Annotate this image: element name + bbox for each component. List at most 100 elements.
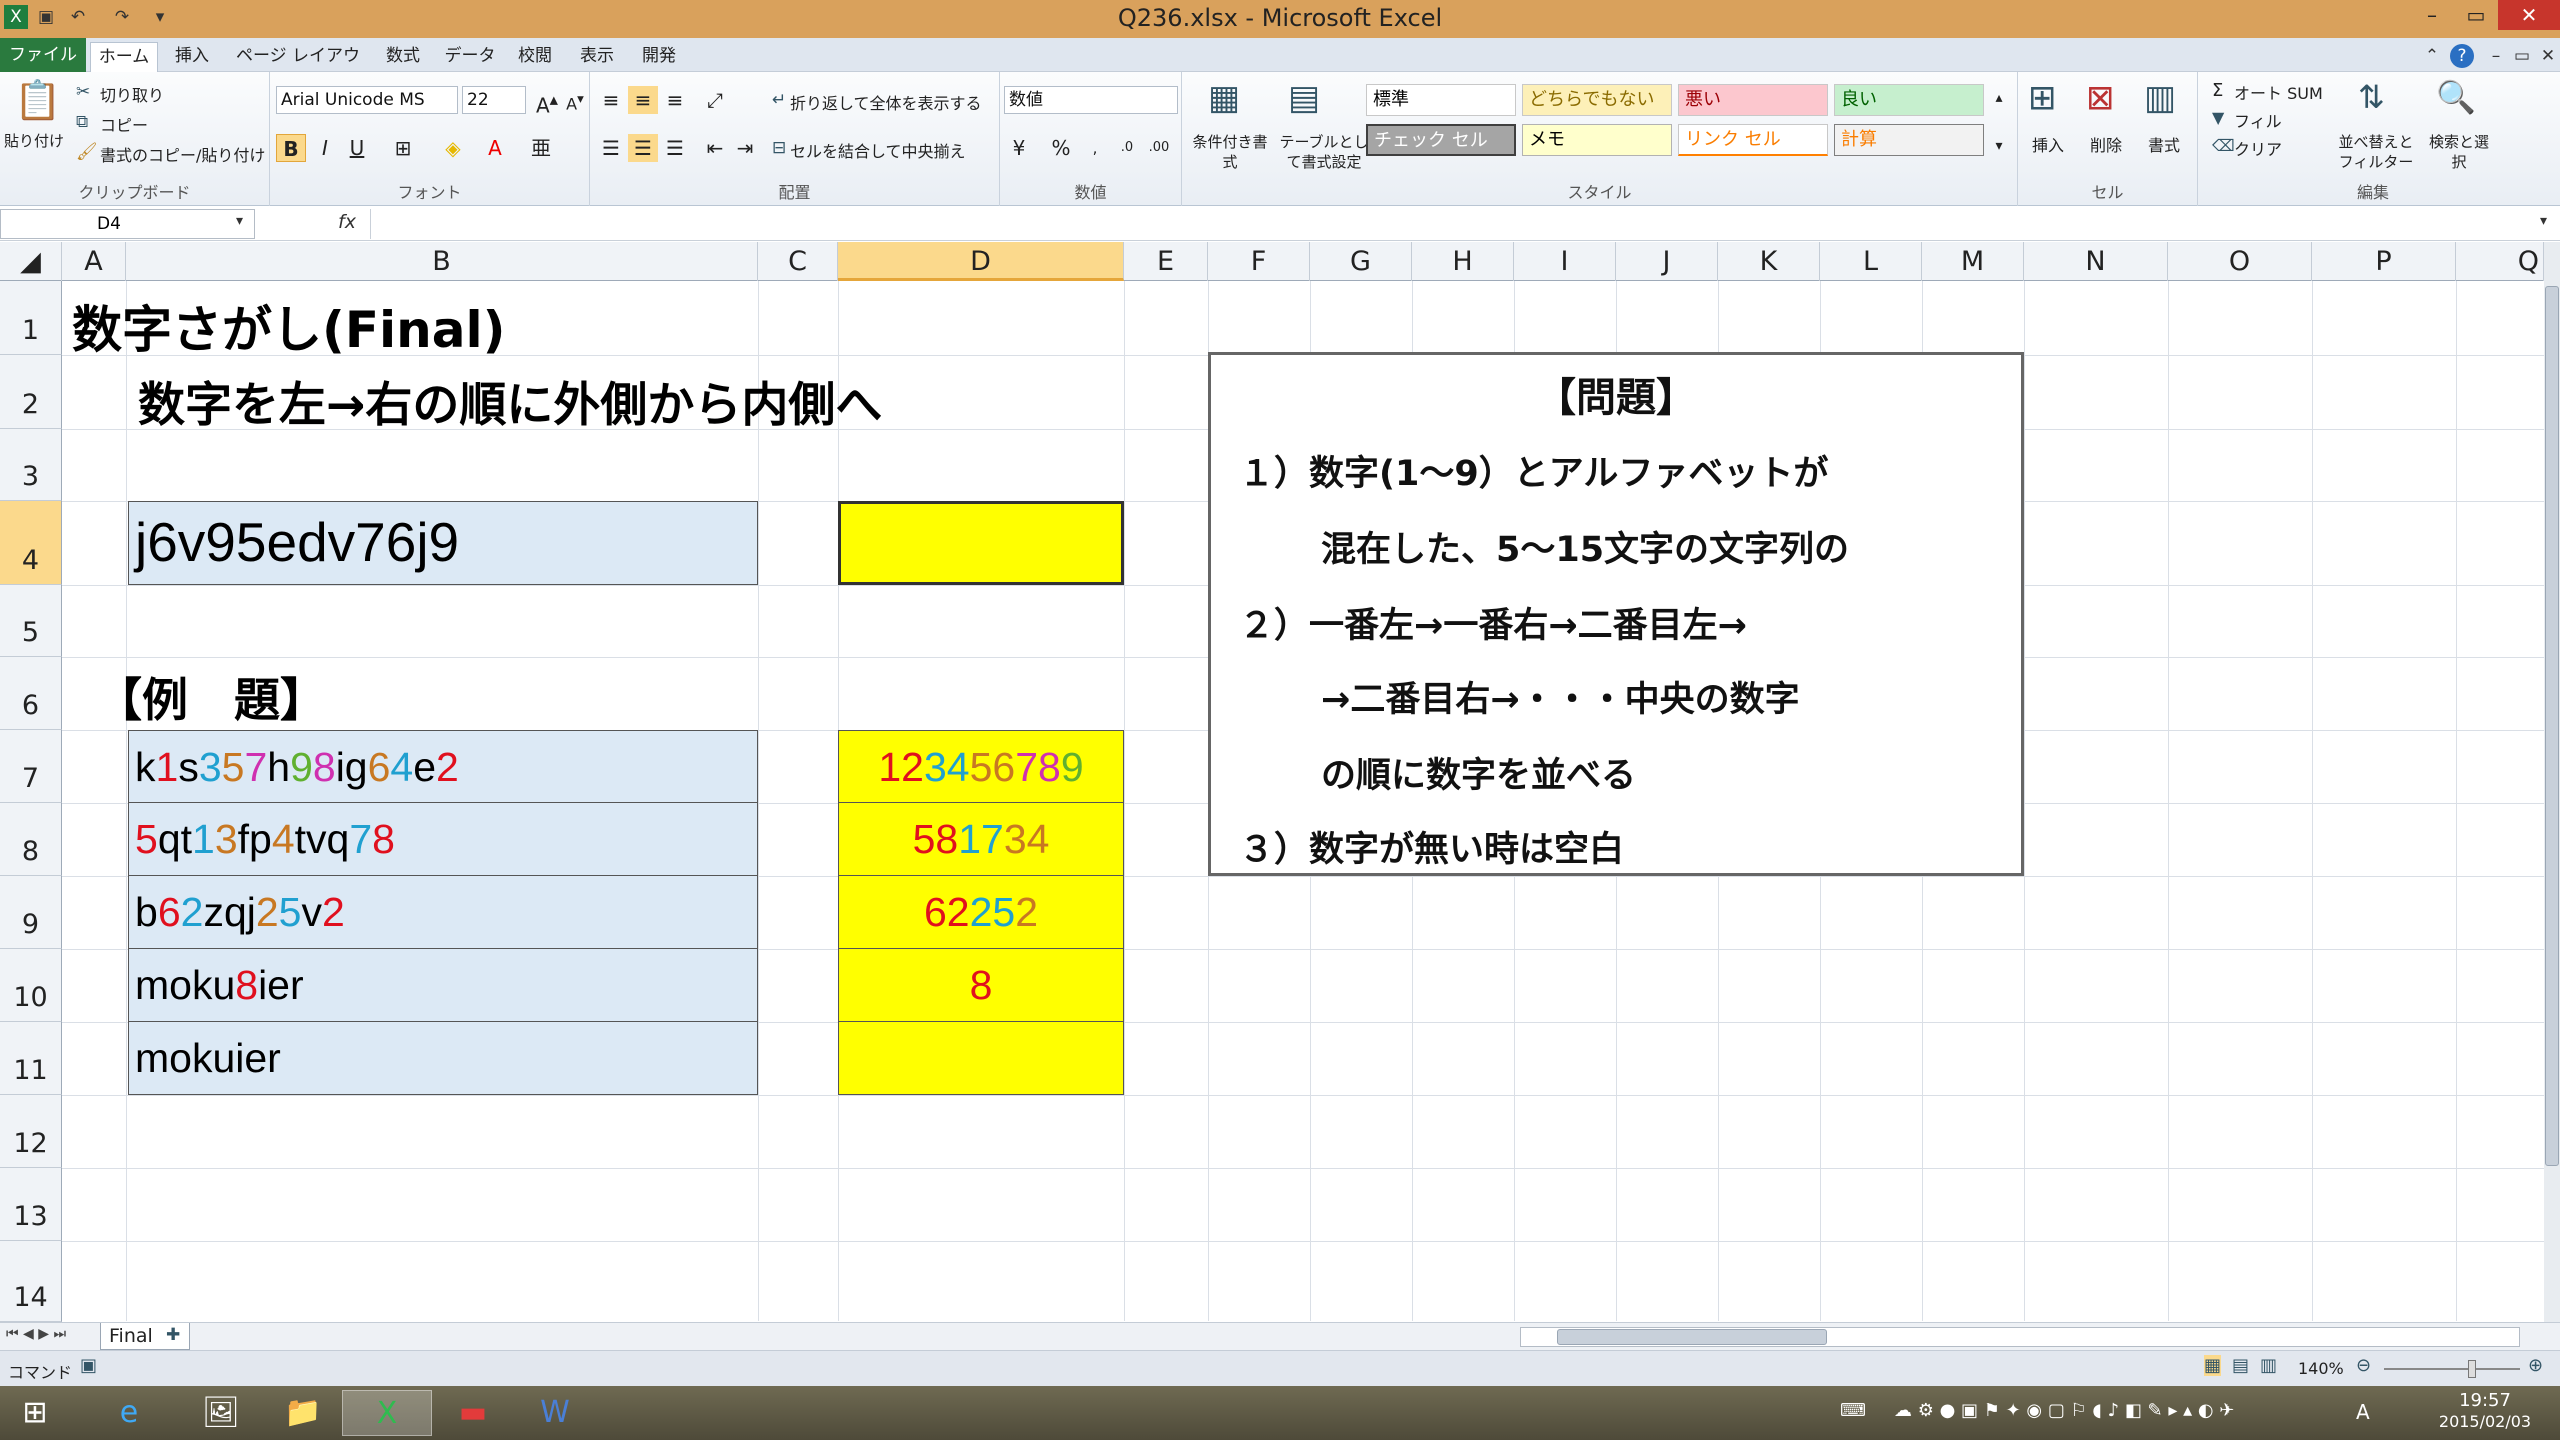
- copy-button[interactable]: コピー: [100, 112, 148, 136]
- help-icon[interactable]: ?: [2450, 44, 2474, 68]
- column-header[interactable]: O: [2168, 242, 2312, 281]
- decrease-indent-icon[interactable]: ⇤: [700, 134, 730, 162]
- font-name-combo[interactable]: Arial Unicode MS: [276, 86, 458, 114]
- orientation-icon[interactable]: ⤢: [700, 86, 730, 114]
- column-header[interactable]: B: [126, 242, 758, 281]
- merge-center-button[interactable]: セルを結合して中央揃え: [790, 138, 966, 162]
- fill-color-icon[interactable]: ◈: [438, 134, 468, 162]
- row-header[interactable]: 11: [0, 1022, 62, 1095]
- row-header[interactable]: 5: [0, 585, 62, 657]
- horizontal-scroll-thumb[interactable]: [1557, 1329, 1827, 1345]
- clock-time[interactable]: 19:57: [2420, 1390, 2550, 1411]
- column-header[interactable]: J: [1616, 242, 1718, 281]
- horizontal-scrollbar[interactable]: [1520, 1327, 2520, 1347]
- normal-view-icon[interactable]: ▦: [2204, 1355, 2222, 1376]
- style-neutral[interactable]: どちらでもない: [1522, 84, 1672, 116]
- tab-review[interactable]: 校閲: [510, 42, 560, 72]
- example-output-cell[interactable]: 8: [838, 949, 1124, 1022]
- format-table-icon[interactable]: ▤: [1288, 78, 1320, 118]
- insert-cells-icon[interactable]: ⊞: [2028, 78, 2057, 118]
- doc-restore-icon[interactable]: ▭: [2510, 44, 2534, 68]
- example-output-cell[interactable]: 581734: [838, 803, 1124, 876]
- column-header[interactable]: G: [1310, 242, 1412, 281]
- row-header[interactable]: 9: [0, 876, 62, 949]
- phonetic-icon[interactable]: 亜: [526, 134, 556, 162]
- input-cell-b4[interactable]: j6v95edv76j9: [128, 501, 758, 585]
- excel-taskbar-icon[interactable]: X: [342, 1390, 432, 1436]
- grow-font-icon[interactable]: A▴: [532, 86, 562, 118]
- paste-icon[interactable]: 📋: [14, 78, 61, 123]
- font-size-combo[interactable]: 22: [462, 86, 526, 114]
- vertical-scroll-thumb[interactable]: [2545, 286, 2559, 1166]
- align-bottom-icon[interactable]: ≡: [660, 86, 690, 114]
- column-header[interactable]: M: [1922, 242, 2024, 281]
- format-cells-button[interactable]: 書式: [2148, 132, 2180, 156]
- internet-explorer-icon[interactable]: e: [84, 1390, 174, 1436]
- styles-scroll-up-icon[interactable]: ▴: [1988, 84, 2010, 112]
- bold-button[interactable]: B: [276, 134, 306, 162]
- align-right-icon[interactable]: ☰: [660, 134, 690, 162]
- row-header[interactable]: 13: [0, 1168, 62, 1241]
- example-heading[interactable]: 【例 題】: [96, 664, 326, 730]
- zoom-slider[interactable]: [2384, 1360, 2520, 1378]
- name-box[interactable]: D4: [0, 209, 255, 239]
- column-header[interactable]: A: [62, 242, 126, 281]
- tab-formulas[interactable]: 数式: [378, 42, 428, 72]
- column-header[interactable]: Q: [2456, 242, 2544, 281]
- find-select-icon[interactable]: 🔍: [2436, 78, 2476, 116]
- example-input-cell[interactable]: b62zqj25v2: [128, 876, 758, 949]
- keyboard-icon[interactable]: ⌨: [1840, 1400, 1866, 1421]
- align-top-icon[interactable]: ≡: [596, 86, 626, 114]
- red-app-icon[interactable]: ▬: [428, 1390, 518, 1436]
- zoom-level[interactable]: 140%: [2298, 1359, 2344, 1378]
- sort-filter-icon[interactable]: ⇅: [2358, 78, 2385, 116]
- ribbon-minimize-icon[interactable]: ⌃: [2420, 44, 2444, 68]
- example-input-cell[interactable]: moku8ier: [128, 949, 758, 1022]
- conditional-format-icon[interactable]: ▦: [1208, 78, 1240, 118]
- zoom-in-icon[interactable]: ⊕: [2528, 1355, 2543, 1376]
- row-header[interactable]: 8: [0, 803, 62, 876]
- page-layout-view-icon[interactable]: ▤: [2232, 1355, 2249, 1376]
- row-header[interactable]: 14: [0, 1241, 62, 1322]
- doc-close-icon[interactable]: ✕: [2536, 44, 2560, 68]
- style-check-cell[interactable]: チェック セル: [1366, 124, 1516, 156]
- column-header[interactable]: I: [1514, 242, 1616, 281]
- percent-button[interactable]: %: [1046, 134, 1076, 162]
- formula-input[interactable]: [370, 209, 2530, 239]
- sheet-subtitle[interactable]: 数字を左→右の順に外側から内側へ: [138, 366, 882, 435]
- row-header[interactable]: 7: [0, 730, 62, 803]
- macro-record-icon[interactable]: ▣: [80, 1355, 97, 1376]
- style-linked-cell[interactable]: リンク セル: [1678, 124, 1828, 156]
- style-calculation[interactable]: 計算: [1834, 124, 1984, 156]
- currency-icon[interactable]: ¥: [1004, 134, 1034, 162]
- align-left-icon[interactable]: ☰: [596, 134, 626, 162]
- example-output-cell[interactable]: 123456789: [838, 730, 1124, 803]
- zoom-slider-thumb[interactable]: [2468, 1360, 2476, 1378]
- zoom-out-icon[interactable]: ⊖: [2356, 1355, 2371, 1376]
- close-button[interactable]: ✕: [2498, 0, 2560, 30]
- column-header[interactable]: E: [1124, 242, 1208, 281]
- font-color-icon[interactable]: A: [480, 134, 510, 162]
- conditional-format-button[interactable]: 条件付き書式: [1190, 132, 1270, 172]
- tab-home[interactable]: ホーム: [90, 42, 158, 73]
- wrap-text-button[interactable]: 折り返して全体を表示する: [790, 90, 982, 114]
- insert-cells-button[interactable]: 挿入: [2032, 132, 2064, 156]
- autosum-button[interactable]: オート SUM: [2234, 80, 2323, 104]
- column-header[interactable]: N: [2024, 242, 2168, 281]
- increase-decimal-icon[interactable]: .0: [1112, 134, 1142, 162]
- doc-minimize-icon[interactable]: –: [2484, 44, 2508, 68]
- underline-button[interactable]: U: [342, 134, 372, 162]
- delete-cells-icon[interactable]: ⊠: [2086, 78, 2115, 118]
- row-header[interactable]: 2: [0, 355, 62, 429]
- expand-formula-icon[interactable]: ▾: [2540, 213, 2547, 229]
- row-header[interactable]: 1: [0, 281, 62, 355]
- file-explorer-icon[interactable]: 📁: [258, 1390, 348, 1436]
- row-header-selected[interactable]: 4: [0, 501, 62, 585]
- column-header[interactable]: L: [1820, 242, 1922, 281]
- shrink-font-icon[interactable]: A▾: [560, 86, 590, 114]
- format-painter-button[interactable]: 書式のコピー/貼り付け: [100, 142, 265, 166]
- answer-cell-d4[interactable]: [838, 501, 1124, 585]
- row-header[interactable]: 12: [0, 1095, 62, 1168]
- tab-developer[interactable]: 開発: [634, 42, 684, 72]
- example-output-cell[interactable]: 62252: [838, 876, 1124, 949]
